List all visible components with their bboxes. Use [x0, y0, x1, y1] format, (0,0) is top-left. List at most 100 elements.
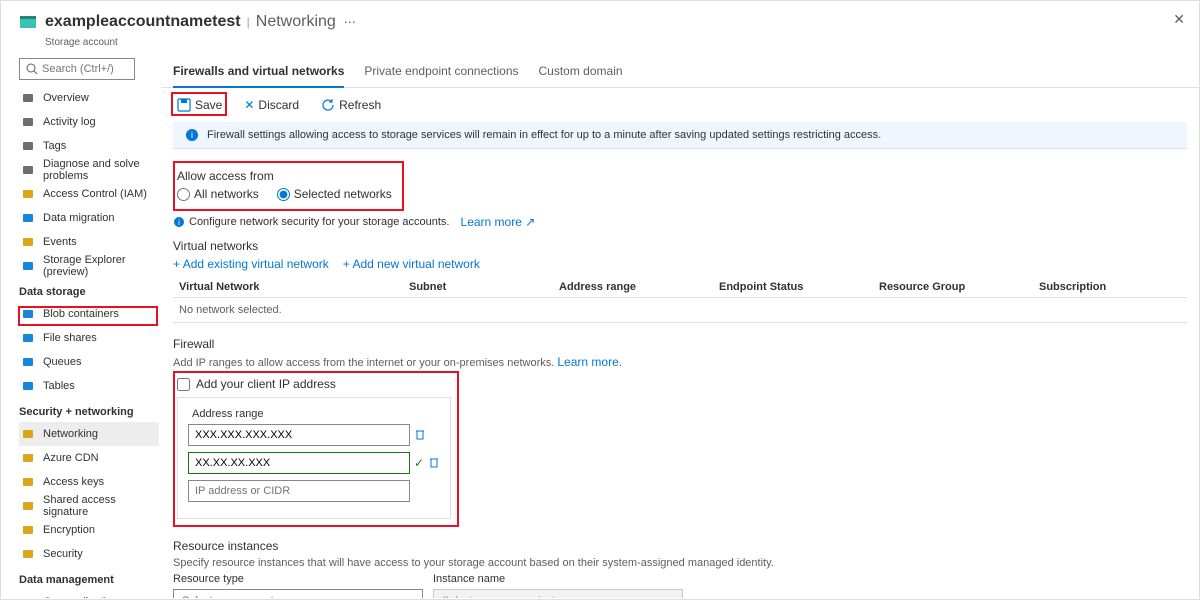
nav-icon [21, 523, 35, 537]
col-subscription: Subscription [1039, 281, 1181, 293]
col-endpoint-status: Endpoint Status [719, 281, 879, 293]
account-name: exampleaccountnametest [45, 13, 241, 31]
nav-icon [21, 547, 35, 561]
tab-custom-domain[interactable]: Custom domain [539, 64, 623, 87]
allow-access-section: Allow access from All networks Selected … [173, 161, 404, 211]
valid-check-icon: ✓ [414, 456, 424, 470]
more-actions-button[interactable]: ⋯ [344, 15, 356, 29]
sidebar-item-shared-access-signature[interactable]: Shared access signature [19, 494, 159, 518]
col-address-range: Address range [559, 281, 719, 293]
nav-icon [21, 451, 35, 465]
save-button[interactable]: Save [173, 96, 226, 114]
sidebar-item-tables[interactable]: Tables [19, 374, 159, 398]
delete-ip-row-0[interactable] [414, 428, 426, 443]
ip-range-input-new[interactable] [188, 480, 410, 502]
sidebar-item-overview[interactable]: Overview [19, 86, 159, 110]
vnet-title: Virtual networks [173, 239, 1187, 253]
col-subnet: Subnet [409, 281, 559, 293]
sidebar-item-data-migration[interactable]: Data migration [19, 206, 159, 230]
sidebar-item-security[interactable]: Security [19, 542, 159, 566]
ip-range-input-1[interactable] [188, 452, 410, 474]
tab-firewalls[interactable]: Firewalls and virtual networks [173, 64, 344, 88]
discard-button[interactable]: ✕ Discard [240, 96, 303, 114]
sidebar-group-data-management: Data management [19, 574, 159, 586]
sidebar-item-queues[interactable]: Queues [19, 350, 159, 374]
sidebar-group-data-storage: Data storage [19, 286, 159, 298]
add-existing-vnet-link[interactable]: + Add existing virtual network [173, 257, 329, 271]
col-resource-group: Resource Group [879, 281, 1039, 293]
resource-type-select[interactable]: Select a resource type⌵ [173, 589, 423, 598]
allow-access-label: Allow access from [177, 169, 392, 183]
nav-icon [21, 595, 35, 598]
nav-icon [21, 115, 35, 129]
delete-ip-row-1[interactable] [428, 456, 440, 471]
command-bar: Save ✕ Discard Refresh [161, 88, 1199, 122]
resource-type-label: Storage account [1, 37, 1199, 54]
sidebar-item-diagnose-and-solve-problems[interactable]: Diagnose and solve problems [19, 158, 159, 182]
ip-range-input-0[interactable] [188, 424, 410, 446]
address-range-fieldset: Address range ✓ [177, 397, 451, 519]
info-icon: i [173, 216, 185, 228]
chevron-down-icon: ⌵ [406, 595, 414, 599]
close-button[interactable]: ✕ [1173, 11, 1185, 28]
chevron-down-icon: ⌵ [666, 595, 674, 599]
instance-name-label: Instance name [433, 573, 683, 585]
sidebar-item-blob-containers[interactable]: Blob containers [19, 302, 159, 326]
search-input-wrapper[interactable] [19, 58, 135, 80]
sidebar-item-azure-cdn[interactable]: Azure CDN [19, 446, 159, 470]
nav-icon [21, 331, 35, 345]
resource-type-label: Resource type [173, 573, 423, 585]
sidebar-item-access-control-iam-[interactable]: Access Control (IAM) [19, 182, 159, 206]
save-icon [177, 98, 191, 112]
nav-icon [21, 91, 35, 105]
sidebar-item-storage-explorer-preview-[interactable]: Storage Explorer (preview) [19, 254, 159, 278]
tab-private-endpoint[interactable]: Private endpoint connections [364, 64, 518, 87]
nav-icon [21, 235, 35, 249]
sidebar-item-tags[interactable]: Tags [19, 134, 159, 158]
resource-instances-subtitle: Specify resource instances that will hav… [173, 557, 1187, 569]
svg-text:i: i [178, 218, 180, 227]
search-input[interactable] [42, 63, 128, 75]
add-client-ip-label: Add your client IP address [196, 377, 336, 391]
firewall-subtitle: Add IP ranges to allow access from the i… [173, 355, 1187, 369]
add-client-ip-checkbox[interactable] [177, 378, 190, 391]
radio-selected-networks[interactable]: Selected networks [277, 187, 392, 201]
vnet-table: Virtual Network Subnet Address range End… [173, 277, 1187, 323]
sidebar-item-encryption[interactable]: Encryption [19, 518, 159, 542]
sidebar-item-networking[interactable]: Networking [19, 422, 159, 446]
resource-instances-title: Resource instances [173, 539, 1187, 553]
sidebar-item-access-keys[interactable]: Access keys [19, 470, 159, 494]
sidebar-item-activity-log[interactable]: Activity log [19, 110, 159, 134]
add-new-vnet-link[interactable]: + Add new virtual network [343, 257, 480, 271]
nav-icon [21, 259, 35, 273]
col-virtual-network: Virtual Network [179, 281, 409, 293]
sidebar: OverviewActivity logTagsDiagnose and sol… [1, 54, 161, 598]
storage-account-icon [19, 13, 37, 31]
sidebar-item-file-shares[interactable]: File shares [19, 326, 159, 350]
tabs: Firewalls and virtual networks Private e… [161, 54, 1199, 88]
info-banner: i Firewall settings allowing access to s… [173, 122, 1187, 149]
radio-all-networks[interactable]: All networks [177, 187, 259, 201]
vnet-empty-row: No network selected. [173, 298, 1187, 323]
nav-icon [21, 211, 35, 225]
firewall-config-box: Add your client IP address Address range… [173, 371, 459, 527]
trash-icon [414, 428, 426, 440]
learn-more-link[interactable]: Learn more ↗ [461, 215, 536, 229]
nav-icon [21, 475, 35, 489]
firewall-learn-more-link[interactable]: Learn more. [557, 355, 622, 369]
instance-name-select: Select one or more instances⌵ [433, 589, 683, 598]
sidebar-group-security-networking: Security + networking [19, 406, 159, 418]
discard-icon: ✕ [244, 98, 254, 112]
svg-text:i: i [191, 130, 193, 140]
firewall-title: Firewall [173, 337, 1187, 351]
nav-icon [21, 355, 35, 369]
nav-icon [21, 163, 35, 177]
nav-icon [21, 187, 35, 201]
refresh-button[interactable]: Refresh [317, 96, 385, 114]
access-hint: i Configure network security for your st… [173, 215, 1187, 229]
info-icon: i [185, 128, 199, 142]
nav-icon [21, 307, 35, 321]
sidebar-item-geo-replication[interactable]: Geo-replication [19, 590, 159, 598]
nav-icon [21, 379, 35, 393]
sidebar-item-events[interactable]: Events [19, 230, 159, 254]
